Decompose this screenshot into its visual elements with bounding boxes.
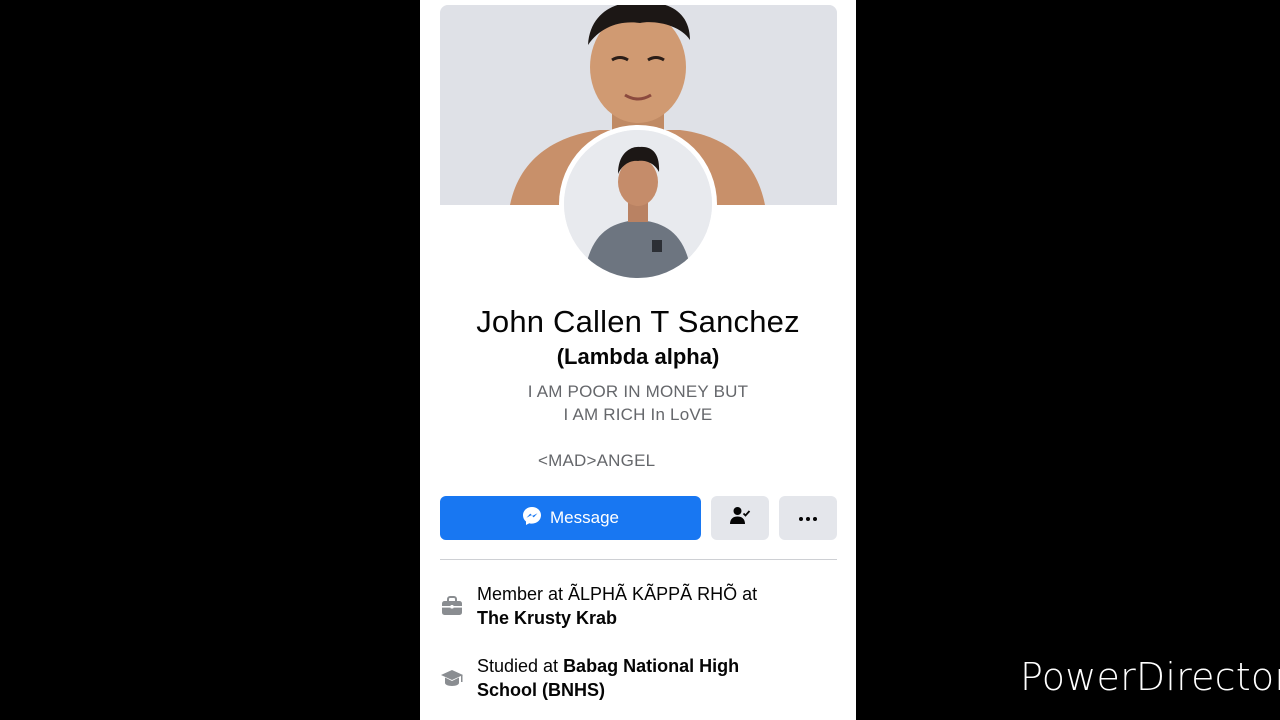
education-school-line-2[interactable]: School (BNHS) (477, 680, 605, 700)
profile-nickname: (Lambda alpha) (556, 344, 720, 369)
work-info-text: Member at ÃLPHÃ KÃPPÃ RHÕ at The Krusty … (477, 582, 817, 630)
briefcase-icon (440, 594, 464, 618)
profile-avatar[interactable] (559, 125, 717, 283)
graduation-cap-icon (440, 666, 464, 690)
education-school-line-1[interactable]: Babag National High (563, 656, 739, 676)
section-divider (440, 559, 837, 560)
profile-bio-line-2: I AM RICH In LoVE (563, 405, 713, 424)
messenger-icon (522, 506, 542, 531)
person-check-icon (729, 505, 751, 532)
education-prefix: Studied at (477, 656, 564, 676)
profile-name: John Callen T Sanchez (476, 304, 800, 339)
education-info-text: Studied at Babag National High School (B… (477, 654, 817, 702)
work-prefix: Member at ÃLPHÃ KÃPPÃ RHÕ at (477, 584, 758, 604)
friends-button[interactable] (711, 496, 769, 540)
profile-bio-line-1: I AM POOR IN MONEY BUT (527, 382, 749, 401)
message-button-label: Message (550, 508, 619, 527)
more-options-button[interactable] (779, 496, 837, 540)
profile-screen: John Callen T Sanchez (Lambda alpha) I A… (420, 0, 856, 720)
work-place[interactable]: The Krusty Krab (477, 608, 617, 628)
profile-bio-line-3: <MAD>ANGEL (538, 451, 656, 470)
app-watermark: PowerDirector (1020, 655, 1280, 699)
more-dots-icon (798, 509, 818, 527)
message-button[interactable]: Message (440, 496, 701, 540)
